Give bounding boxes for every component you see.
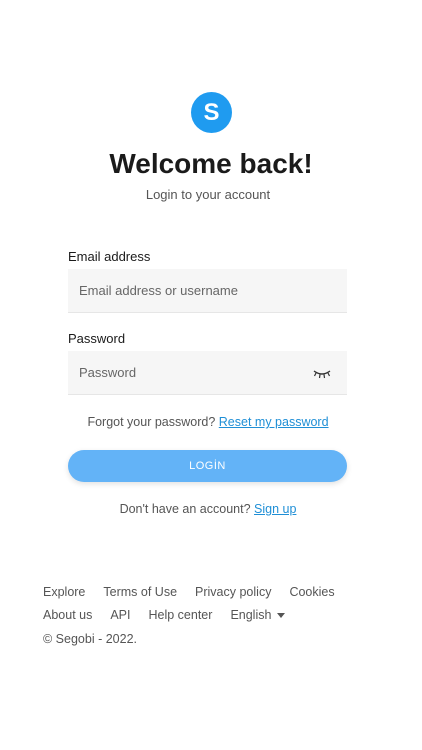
footer-link-api[interactable]: API xyxy=(110,608,130,622)
login-button[interactable]: LOGİN xyxy=(68,450,347,482)
signup-link[interactable]: Sign up xyxy=(254,502,296,516)
footer-link-privacy[interactable]: Privacy policy xyxy=(195,585,271,599)
signup-row: Don't have an account? Sign up xyxy=(0,502,416,516)
reset-password-link[interactable]: Reset my password xyxy=(219,415,329,429)
forgot-password-text: Forgot your password? xyxy=(87,415,216,429)
footer-link-explore[interactable]: Explore xyxy=(43,585,85,599)
page-title: Welcome back! xyxy=(109,148,313,179)
language-selector[interactable]: English xyxy=(230,608,286,622)
page-subtitle: Login to your account xyxy=(145,187,271,202)
footer-links-row-2: About us API Help center English xyxy=(43,608,286,622)
password-label: Password xyxy=(68,331,126,346)
footer-link-help[interactable]: Help center xyxy=(149,608,213,622)
caret-down-icon xyxy=(277,612,286,618)
footer-links-row-1: Explore Terms of Use Privacy policy Cook… xyxy=(43,585,353,599)
email-input[interactable] xyxy=(68,269,347,313)
footer-link-about[interactable]: About us xyxy=(43,608,92,622)
forgot-password-row: Forgot your password? Reset my password xyxy=(0,415,416,429)
copyright-text: © Segobi - 2022. xyxy=(43,632,137,646)
footer-link-cookies[interactable]: Cookies xyxy=(289,585,334,599)
language-label: English xyxy=(230,608,272,622)
password-input[interactable] xyxy=(68,351,347,395)
brand-logo: S xyxy=(191,92,232,133)
signup-text: Don't have an account? xyxy=(119,502,251,516)
logo-letter: S xyxy=(203,98,220,126)
footer-link-terms[interactable]: Terms of Use xyxy=(103,585,177,599)
eye-closed-icon[interactable] xyxy=(312,366,332,380)
email-label: Email address xyxy=(68,249,151,264)
